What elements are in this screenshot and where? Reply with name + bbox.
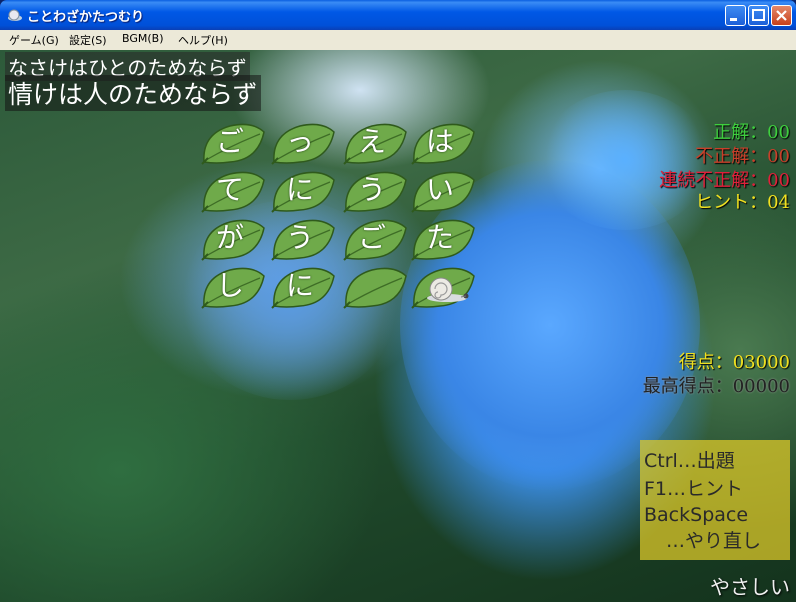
menu-bgm[interactable]: BGM(B) — [122, 32, 164, 45]
leaf-tile[interactable]: て — [200, 168, 266, 213]
proverb-kanji: 情けは人のためならず — [5, 75, 261, 111]
leaf-character: う — [357, 173, 386, 206]
leaf-character: て — [215, 173, 244, 206]
leaf-tile[interactable]: ご — [342, 216, 408, 261]
close-icon — [776, 10, 787, 21]
leaf-tile[interactable]: は — [410, 120, 476, 165]
leaf-tile[interactable]: う — [342, 168, 408, 213]
minimize-icon — [730, 18, 737, 21]
game-window: ことわざかたつむり ゲーム(G) 設定(S) BGM(B) ヘルプ(H) なさけ… — [0, 0, 796, 602]
game-area[interactable]: なさけはひとのためならず 情けは人のためならず ごっえはてにういがうごたしに 正… — [0, 50, 796, 602]
incorrect-count: 不正解：00 — [695, 146, 790, 167]
leaf-tile[interactable] — [342, 264, 408, 309]
leaf-tile[interactable]: が — [200, 216, 266, 261]
menu-bar: ゲーム(G) 設定(S) BGM(B) ヘルプ(H) — [0, 30, 796, 51]
leaf-tile[interactable]: に — [270, 264, 336, 309]
hydrangea-background — [540, 90, 710, 230]
menu-game[interactable]: ゲーム(G) — [9, 32, 59, 48]
leaf-character: に — [285, 269, 314, 302]
leaf-tile[interactable]: ご — [200, 120, 266, 165]
leaf-tile[interactable]: し — [200, 264, 266, 309]
leaf-character: ご — [357, 221, 386, 254]
leaf-tile[interactable]: い — [410, 168, 476, 213]
score: 得点：03000 — [678, 352, 790, 373]
difficulty-label: やさしい — [710, 575, 790, 599]
leaf-tile[interactable]: っ — [270, 120, 336, 165]
leaf-tile[interactable]: え — [342, 120, 408, 165]
close-button[interactable] — [771, 5, 792, 26]
hint-count: ヒント：04 — [695, 192, 790, 213]
maximize-icon — [752, 9, 765, 21]
maximize-button[interactable] — [748, 5, 769, 26]
leaf-character: い — [425, 173, 454, 206]
leaf-character: っ — [285, 125, 314, 158]
leaf-tile[interactable]: た — [410, 216, 476, 261]
help-undo: …やり直し — [666, 530, 762, 552]
leaf-character: う — [285, 221, 314, 254]
snail-icon[interactable] — [425, 275, 471, 303]
help-backspace: BackSpace — [644, 504, 749, 526]
help-ctrl: Ctrl…出題 — [644, 450, 735, 472]
help-panel: Ctrl…出題 F1…ヒント BackSpace …やり直し — [640, 440, 790, 560]
leaf-character: え — [357, 125, 386, 158]
menu-help[interactable]: ヘルプ(H) — [178, 32, 228, 48]
leaf-character: ご — [215, 125, 244, 158]
high-score: 最高得点：00000 — [642, 376, 790, 397]
leaf-icon — [343, 267, 407, 309]
leaf-tile[interactable]: う — [270, 216, 336, 261]
correct-count: 正解：00 — [713, 122, 790, 143]
minimize-button[interactable] — [725, 5, 746, 26]
leaf-character: に — [285, 173, 314, 206]
title-bar[interactable]: ことわざかたつむり — [0, 0, 796, 30]
window-title: ことわざかたつむり — [27, 10, 145, 25]
leaf-character: た — [425, 221, 454, 254]
leaf-tile[interactable]: に — [270, 168, 336, 213]
menu-settings[interactable]: 設定(S) — [69, 32, 107, 48]
leaf-character: が — [215, 221, 244, 254]
leaf-character: し — [215, 269, 244, 302]
leaf-character: は — [425, 125, 454, 158]
snail-app-icon — [8, 9, 22, 21]
help-f1: F1…ヒント — [644, 478, 744, 500]
